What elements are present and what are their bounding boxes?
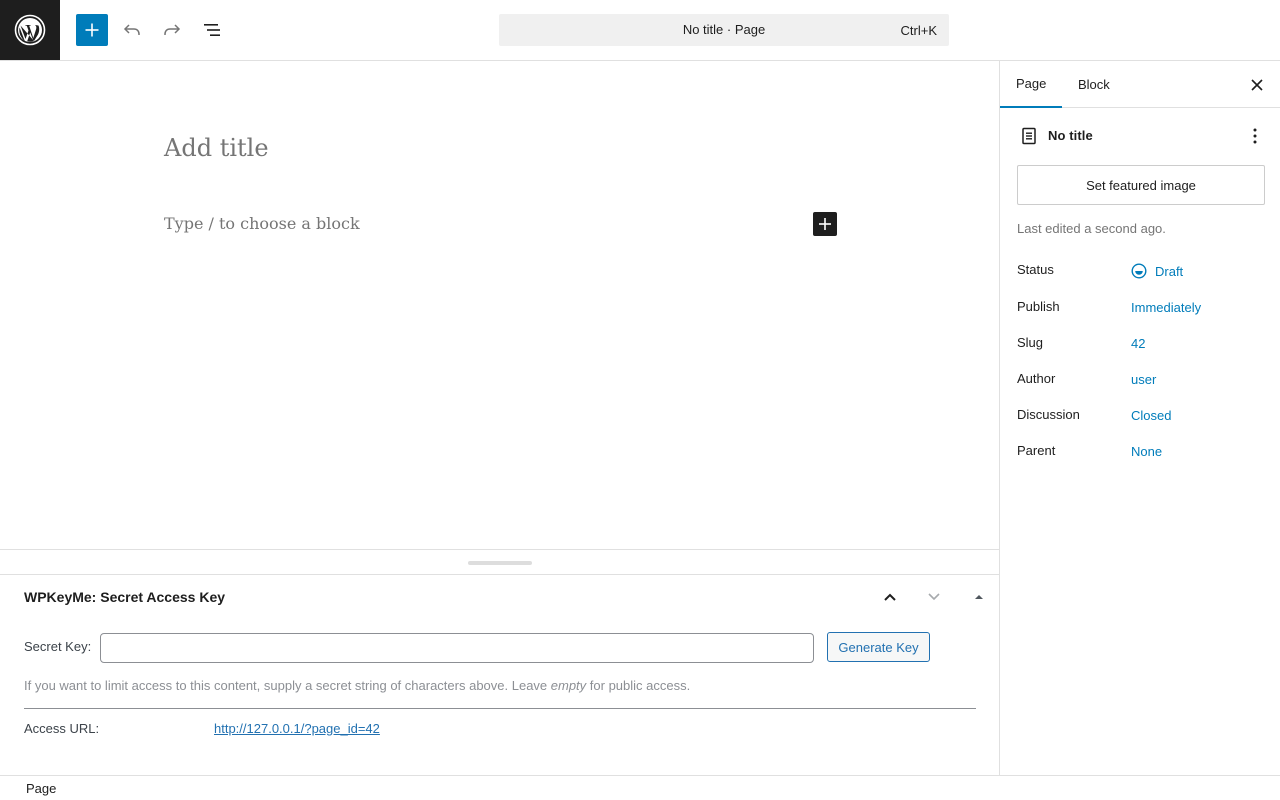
redo-icon bbox=[164, 24, 181, 35]
document-actions-button[interactable] bbox=[1243, 124, 1267, 148]
undo-button[interactable] bbox=[116, 14, 148, 46]
undo-icon bbox=[123, 24, 140, 35]
access-url-label: Access URL: bbox=[24, 721, 100, 736]
discussion-label: Discussion bbox=[1017, 407, 1080, 422]
command-palette-bar[interactable]: No title · Page Ctrl+K bbox=[499, 14, 949, 46]
tab-block[interactable]: Block bbox=[1062, 61, 1126, 108]
page-icon bbox=[1022, 127, 1036, 145]
publish-row: Publish Immediately bbox=[1017, 297, 1267, 317]
generate-key-button[interactable]: Generate Key bbox=[827, 632, 930, 662]
wordpress-logo-icon bbox=[14, 14, 46, 46]
default-block-appender[interactable]: Type / to choose a block bbox=[164, 214, 360, 233]
plus-icon bbox=[85, 23, 99, 37]
metabox-title: WPKeyMe: Secret Access Key bbox=[24, 589, 226, 605]
breadcrumb-item-page[interactable]: Page bbox=[26, 781, 56, 796]
slug-label: Slug bbox=[1017, 335, 1044, 350]
access-url-link[interactable]: http://127.0.0.1/?page_id=42 bbox=[214, 721, 380, 736]
author-toggle[interactable]: user bbox=[1131, 372, 1156, 387]
slug-row: Slug 42 bbox=[1017, 333, 1267, 353]
publish-label: Publish bbox=[1017, 299, 1060, 314]
set-featured-image-button[interactable]: Set featured image bbox=[1017, 165, 1265, 205]
close-settings-button[interactable] bbox=[1245, 73, 1269, 97]
document-title-label: No title · Page bbox=[682, 22, 766, 37]
metabox-resize-area bbox=[0, 549, 999, 575]
chevron-down-icon bbox=[928, 593, 940, 601]
move-up-button[interactable] bbox=[878, 585, 902, 609]
chevron-up-icon bbox=[884, 593, 896, 601]
author-row: Author user bbox=[1017, 369, 1267, 389]
secret-key-help-text: If you want to limit access to this cont… bbox=[24, 678, 690, 693]
list-view-icon bbox=[204, 24, 220, 36]
document-overview-button[interactable] bbox=[196, 14, 228, 46]
settings-sidebar: Page Block No title Set featured image L… bbox=[999, 61, 1280, 775]
move-down-button[interactable] bbox=[922, 585, 946, 609]
post-title-input[interactable]: Add title bbox=[164, 134, 269, 162]
last-edited-text: Last edited a second ago. bbox=[1017, 221, 1166, 236]
help-text-emphasis: empty bbox=[550, 678, 587, 693]
sidebar-tabs: Page Block bbox=[1000, 61, 1280, 108]
metabox-resize-handle[interactable] bbox=[468, 561, 532, 565]
discussion-row: Discussion Closed bbox=[1017, 405, 1267, 425]
document-card-title: No title bbox=[1048, 128, 1093, 143]
secret-key-input[interactable] bbox=[100, 633, 814, 663]
add-block-button[interactable] bbox=[813, 212, 837, 236]
tab-page[interactable]: Page bbox=[1000, 61, 1063, 108]
parent-label: Parent bbox=[1017, 443, 1056, 458]
page-icon-wrapper bbox=[1017, 124, 1041, 148]
parent-row: Parent None bbox=[1017, 441, 1267, 461]
document-card: No title bbox=[1017, 124, 1267, 148]
wordpress-logo-button[interactable] bbox=[0, 0, 60, 60]
metabox-divider bbox=[24, 708, 976, 709]
status-toggle[interactable]: Draft bbox=[1131, 263, 1183, 279]
help-text-part: If you want to limit access to this cont… bbox=[24, 678, 551, 693]
more-vertical-icon bbox=[1253, 128, 1257, 144]
redo-button[interactable] bbox=[156, 14, 188, 46]
caret-up-icon bbox=[975, 595, 983, 599]
toggle-panel-button[interactable] bbox=[967, 585, 991, 609]
editor-canvas: Add title Type / to choose a block bbox=[0, 61, 999, 550]
status-value: Draft bbox=[1155, 263, 1184, 279]
block-breadcrumb-bar: Page bbox=[0, 775, 1280, 800]
wpkeyme-metabox: WPKeyMe: Secret Access Key Secret Key: G… bbox=[0, 575, 999, 775]
close-icon bbox=[1251, 79, 1263, 91]
plus-icon bbox=[819, 218, 831, 230]
draft-status-icon bbox=[1131, 263, 1147, 279]
status-row: Status Draft bbox=[1017, 260, 1267, 280]
status-label: Status bbox=[1017, 262, 1054, 277]
editor-header: No title · Page Ctrl+K bbox=[0, 0, 1280, 61]
discussion-toggle[interactable]: Closed bbox=[1131, 408, 1171, 423]
command-shortcut-label: Ctrl+K bbox=[900, 23, 937, 38]
help-text-part: for public access. bbox=[586, 678, 691, 693]
publish-toggle[interactable]: Immediately bbox=[1131, 300, 1201, 315]
author-label: Author bbox=[1017, 371, 1056, 386]
parent-toggle[interactable]: None bbox=[1131, 444, 1162, 459]
block-inserter-button[interactable] bbox=[76, 14, 108, 46]
secret-key-label: Secret Key: bbox=[24, 639, 92, 654]
slug-toggle[interactable]: 42 bbox=[1131, 336, 1145, 351]
